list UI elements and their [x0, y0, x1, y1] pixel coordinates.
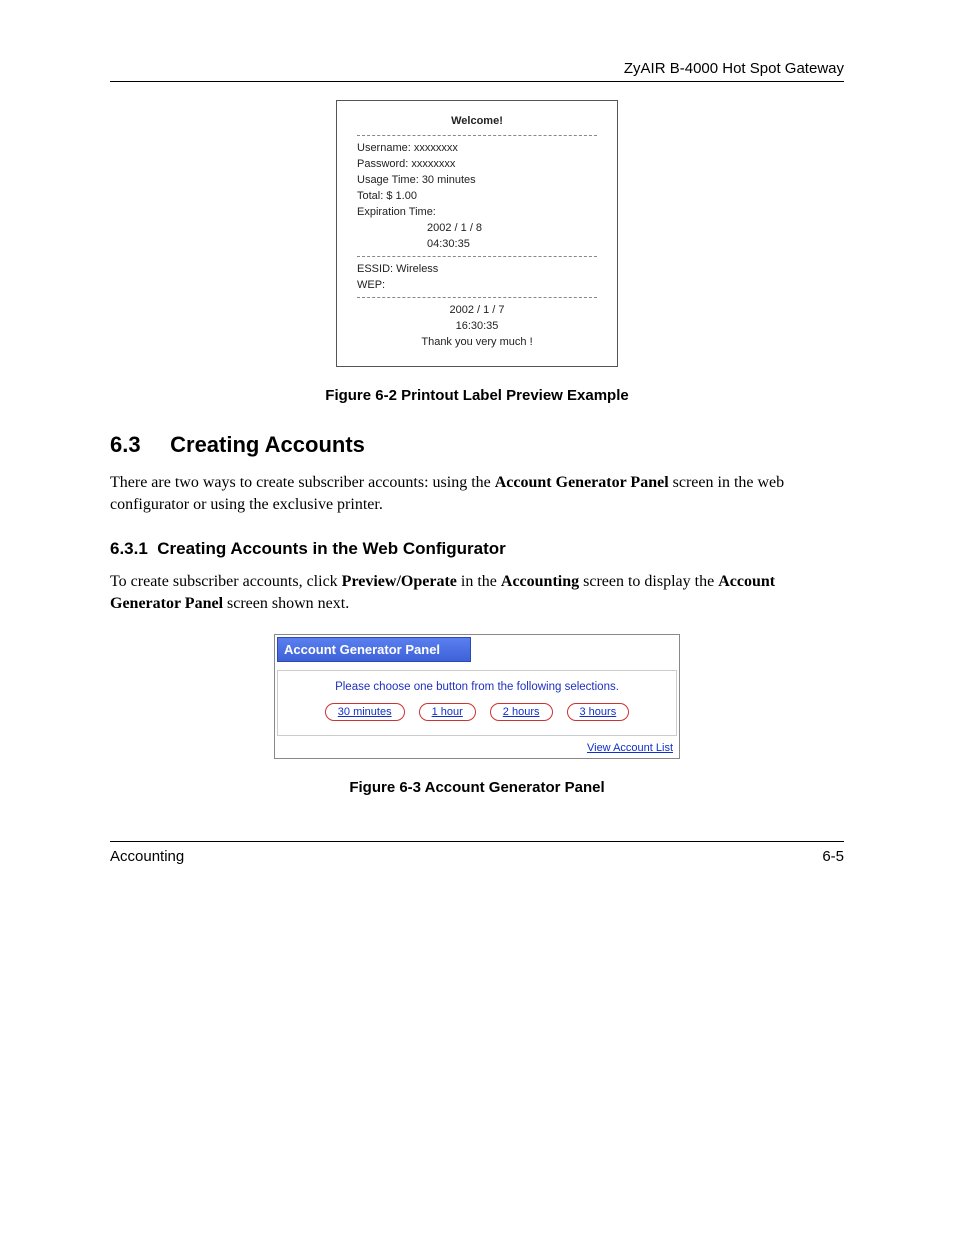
printout-label-preview: Welcome! Username: xxxxxxxx Password: xx…	[336, 100, 618, 367]
usage-value: 30 minutes	[422, 174, 476, 186]
printout-password: Password: xxxxxxxx	[357, 158, 597, 170]
para-bold: Preview/Operate	[342, 573, 457, 590]
expiration-date: 2002 / 1 / 8	[357, 222, 597, 234]
total-label: Total:	[357, 190, 383, 202]
section-heading-6-3: 6.3 Creating Accounts	[110, 432, 844, 458]
duration-button-row: 30 minutes 1 hour 2 hours 3 hours	[278, 703, 676, 721]
subsection-title: Creating Accounts in the Web Configurato…	[157, 539, 506, 558]
expiration-label: Expiration Time:	[357, 206, 436, 218]
total-value: $ 1.00	[386, 190, 417, 202]
printout-usage: Usage Time: 30 minutes	[357, 174, 597, 186]
account-generator-panel-figure: Account Generator Panel Please choose on…	[110, 634, 844, 759]
subsection-number: 6.3.1	[110, 539, 148, 558]
divider	[357, 297, 597, 298]
printout-total: Total: $ 1.00	[357, 190, 597, 202]
footer-left: Accounting	[110, 848, 184, 865]
panel-body: Please choose one button from the follow…	[277, 670, 677, 736]
essid-value: Wireless	[396, 263, 438, 275]
usage-label: Usage Time:	[357, 174, 419, 186]
panel-title-bar: Account Generator Panel	[277, 637, 471, 662]
printout-welcome: Welcome!	[357, 115, 597, 127]
section-6-3-paragraph: There are two ways to create subscriber …	[110, 472, 844, 515]
printout-wep: WEP:	[357, 279, 597, 291]
figure-6-3-caption: Figure 6-3 Account Generator Panel	[110, 779, 844, 796]
subsection-heading-6-3-1: 6.3.1 Creating Accounts in the Web Confi…	[110, 539, 844, 559]
para-text: screen shown next.	[223, 595, 349, 612]
para-bold: Accounting	[501, 573, 579, 590]
password-label: Password:	[357, 158, 408, 170]
para-text: There are two ways to create subscriber …	[110, 474, 495, 491]
printout-username: Username: xxxxxxxx	[357, 142, 597, 154]
subsection-6-3-1-paragraph: To create subscriber accounts, click Pre…	[110, 571, 844, 614]
page-footer: Accounting 6-5	[110, 841, 844, 865]
printout-essid: ESSID: Wireless	[357, 263, 597, 275]
duration-30-minutes-button[interactable]: 30 minutes	[325, 703, 405, 721]
divider	[357, 256, 597, 257]
duration-3-hours-button[interactable]: 3 hours	[567, 703, 630, 721]
wep-label: WEP:	[357, 279, 385, 291]
para-text: To create subscriber accounts, click	[110, 573, 342, 590]
duration-2-hours-button[interactable]: 2 hours	[490, 703, 553, 721]
password-value: xxxxxxxx	[411, 158, 455, 170]
view-account-list-link[interactable]: View Account List	[277, 736, 677, 756]
header-title: ZyAIR B-4000 Hot Spot Gateway	[624, 60, 844, 77]
username-label: Username:	[357, 142, 411, 154]
account-generator-panel: Account Generator Panel Please choose on…	[274, 634, 680, 759]
printout-foot-date: 2002 / 1 / 7	[357, 304, 597, 316]
duration-1-hour-button[interactable]: 1 hour	[419, 703, 476, 721]
para-text: screen to display the	[579, 573, 718, 590]
footer-right: 6-5	[822, 848, 844, 865]
section-title: Creating Accounts	[170, 432, 365, 457]
printout-preview-container: Welcome! Username: xxxxxxxx Password: xx…	[110, 100, 844, 367]
para-text: in the	[457, 573, 501, 590]
expiration-time: 04:30:35	[357, 238, 597, 250]
printout-expiration: Expiration Time:	[357, 206, 597, 218]
essid-label: ESSID:	[357, 263, 393, 275]
section-number: 6.3	[110, 432, 164, 458]
page-header: ZyAIR B-4000 Hot Spot Gateway	[110, 60, 844, 82]
printout-thanks: Thank you very much !	[357, 336, 597, 348]
printout-foot-time: 16:30:35	[357, 320, 597, 332]
panel-instruction-text: Please choose one button from the follow…	[278, 681, 676, 693]
username-value: xxxxxxxx	[414, 142, 458, 154]
figure-6-2-caption: Figure 6-2 Printout Label Preview Exampl…	[110, 387, 844, 404]
divider	[357, 135, 597, 136]
para-bold: Account Generator Panel	[495, 474, 669, 491]
